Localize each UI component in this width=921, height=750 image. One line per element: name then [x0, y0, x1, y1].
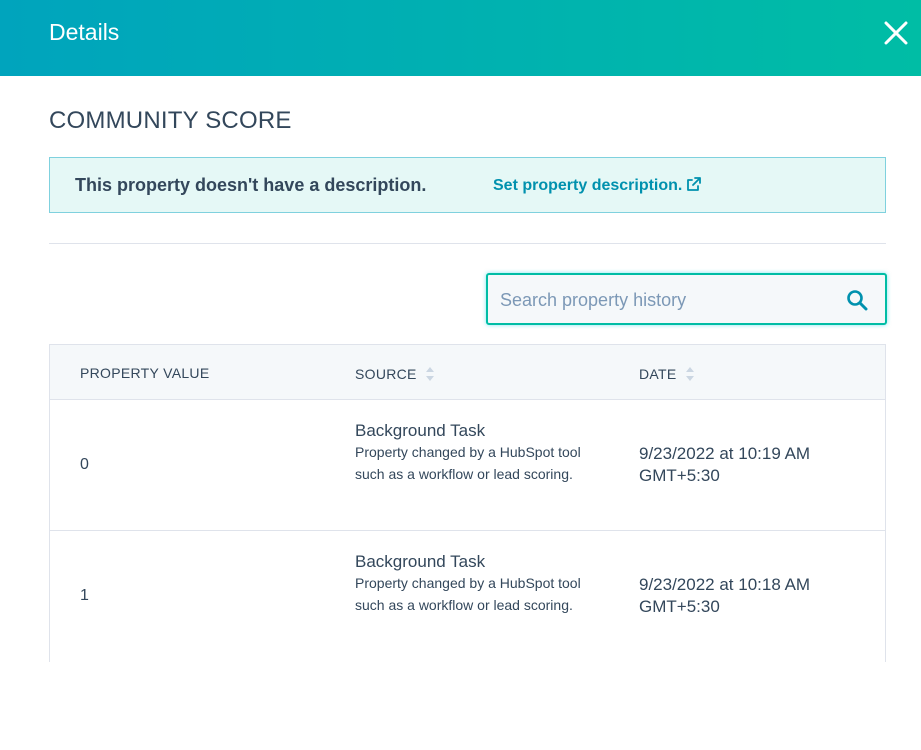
- table-row: 0 Background Task Property changed by a …: [50, 400, 885, 531]
- section-divider: [49, 243, 886, 244]
- search-icon[interactable]: [846, 289, 868, 311]
- property-history-table: PROPERTY VALUE SOURCE DATE 0 Background …: [49, 344, 886, 662]
- column-header-property-value: PROPERTY VALUE: [80, 365, 209, 381]
- source-cell: Background Task Property changed by a Hu…: [355, 421, 595, 485]
- property-value-cell: 0: [80, 456, 89, 473]
- column-header-label: PROPERTY VALUE: [80, 365, 210, 381]
- date-cell: 9/23/2022 at 10:18 AM GMT+5:30: [639, 575, 811, 616]
- column-header-label[interactable]: DATE: [639, 366, 677, 382]
- source-name: Background Task: [355, 421, 486, 440]
- description-banner: This property doesn't have a description…: [49, 157, 886, 213]
- column-header-label[interactable]: SOURCE: [355, 366, 417, 382]
- description-text: This property doesn't have a description…: [75, 175, 427, 195]
- source-name: Background Task: [355, 552, 486, 571]
- details-header: Details: [0, 0, 921, 76]
- table-header: PROPERTY VALUE SOURCE DATE: [50, 345, 885, 400]
- source-description: Property changed by a HubSpot tool such …: [355, 444, 581, 482]
- property-value-cell: 1: [80, 587, 89, 604]
- close-icon[interactable]: [882, 19, 910, 47]
- external-link-icon[interactable]: [686, 176, 702, 192]
- header-title: Details: [49, 19, 120, 45]
- table-row: 1 Background Task Property changed by a …: [50, 531, 885, 662]
- set-description-link-label[interactable]: Set property description.: [493, 177, 682, 194]
- date-cell: 9/23/2022 at 10:19 AM GMT+5:30: [639, 444, 811, 485]
- sort-icon[interactable]: [685, 365, 695, 383]
- set-description-link[interactable]: Set property description.: [493, 176, 702, 195]
- source-cell: Background Task Property changed by a Hu…: [355, 552, 595, 616]
- sort-icon[interactable]: [425, 365, 435, 383]
- column-header-date[interactable]: DATE: [639, 365, 695, 383]
- column-header-source[interactable]: SOURCE: [355, 365, 435, 383]
- search-button[interactable]: [846, 289, 868, 311]
- close-button[interactable]: [882, 19, 910, 47]
- search-input[interactable]: [500, 287, 830, 313]
- search-box[interactable]: [486, 273, 887, 325]
- property-title: COMMUNITY SCORE: [49, 107, 292, 134]
- source-description: Property changed by a HubSpot tool such …: [355, 575, 581, 613]
